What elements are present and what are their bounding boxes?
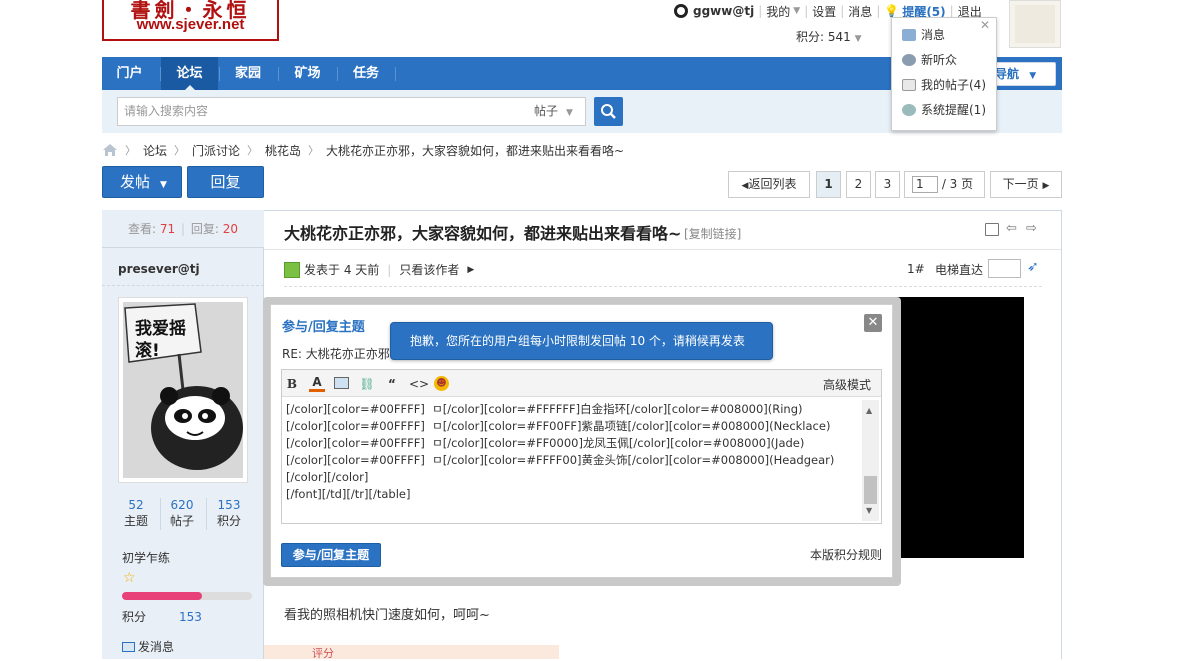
messages-link[interactable]: 消息 bbox=[848, 3, 872, 20]
my-menu[interactable]: 我的 bbox=[766, 3, 790, 20]
font-color-icon[interactable]: A bbox=[309, 376, 325, 392]
chevron-down-icon: ▼ bbox=[793, 6, 801, 16]
notif-my-posts[interactable]: 我的帖子(4) bbox=[902, 76, 986, 93]
author-avatar[interactable]: 我爱摇 滚! bbox=[118, 297, 248, 483]
author-name[interactable]: presever@tj bbox=[118, 262, 200, 276]
close-icon[interactable]: ✕ bbox=[980, 18, 990, 32]
credit-rules-link[interactable]: 本版积分规则 bbox=[810, 546, 882, 563]
post-meta: 发表于 4 天前 | 只看该作者 ▶ bbox=[284, 261, 474, 278]
breadcrumb-forum[interactable]: 论坛 bbox=[143, 142, 167, 159]
advanced-mode-link[interactable]: 高级模式 bbox=[823, 376, 871, 393]
nav-home[interactable]: 家园 bbox=[220, 57, 276, 90]
search-icon bbox=[601, 104, 616, 119]
post-text: 看我的照相机快门速度如何，呵呵~ bbox=[284, 608, 490, 623]
svg-text:我爱摇: 我爱摇 bbox=[135, 318, 186, 339]
guide-button[interactable]: 导航 ▼ bbox=[988, 62, 1056, 86]
copy-link-button[interactable]: [复制链接] bbox=[684, 225, 741, 242]
quote-icon[interactable]: “ bbox=[384, 376, 400, 392]
nav-forum[interactable]: 论坛 bbox=[161, 57, 218, 90]
stat-credits[interactable]: 153 积分 bbox=[209, 498, 249, 529]
search-type-select[interactable]: 帖子 ▼ bbox=[526, 97, 586, 126]
scrollbar[interactable]: ▲ ▼ bbox=[862, 400, 879, 521]
post-time: 发表于 4 天前 bbox=[304, 263, 380, 277]
only-author-link[interactable]: 只看该作者 bbox=[399, 261, 459, 278]
avatar[interactable] bbox=[1009, 0, 1061, 48]
breadcrumb-sect[interactable]: 门派讨论 bbox=[192, 142, 240, 159]
username-link[interactable]: ggww@tj bbox=[693, 4, 754, 18]
nav-portal[interactable]: 门户 bbox=[102, 57, 157, 90]
bulb-icon: 💡 bbox=[884, 4, 900, 18]
search-button[interactable] bbox=[594, 97, 623, 126]
new-post-button[interactable]: 发帖 ▼ bbox=[102, 166, 182, 198]
breadcrumb-thread[interactable]: 大桃花亦正亦邪，大家容貌如何，都进来贴出来看看咯~ bbox=[326, 142, 624, 159]
bold-icon[interactable]: B bbox=[284, 376, 300, 392]
nav-mine[interactable]: 矿场 bbox=[279, 57, 336, 90]
prev-thread-icon[interactable]: ⇦ bbox=[1006, 221, 1017, 236]
print-icon[interactable] bbox=[985, 223, 999, 236]
submit-reply-button[interactable]: 参与/回复主题 bbox=[281, 543, 381, 567]
svg-text:滚!: 滚! bbox=[135, 340, 160, 361]
next-page-button[interactable]: 下一页 ▶ bbox=[990, 171, 1062, 198]
settings-link[interactable]: 设置 bbox=[812, 3, 836, 20]
page-1[interactable]: 1 bbox=[816, 171, 841, 198]
link-icon[interactable]: ⛓ bbox=[359, 376, 375, 392]
floor-jump-input[interactable] bbox=[988, 259, 1021, 278]
page-input[interactable]: 1 bbox=[912, 176, 938, 193]
thread-stats: 查看: 71 | 回复: 20 bbox=[102, 210, 264, 248]
credits-menu[interactable]: 积分: 541 ▼ bbox=[796, 28, 862, 45]
notif-messages[interactable]: 消息 bbox=[902, 26, 945, 43]
floor-number: 1# bbox=[907, 262, 925, 276]
stat-topics[interactable]: 52 主题 bbox=[116, 498, 156, 529]
nav-tasks[interactable]: 任务 bbox=[338, 57, 394, 90]
dialog-title: 参与/回复主题 bbox=[282, 320, 365, 335]
page-3[interactable]: 3 bbox=[875, 171, 900, 198]
page-jump: 1 / 3 页 bbox=[904, 171, 985, 198]
reply-button[interactable]: 回复 bbox=[187, 166, 264, 198]
breadcrumb-board[interactable]: 桃花岛 bbox=[265, 142, 301, 159]
message-textarea[interactable]: [/color][color=#00FFFF] ㅁ[/color][color=… bbox=[286, 401, 858, 503]
breadcrumb: 〉论坛 〉门派讨论 〉桃花岛 〉大桃花亦正亦邪，大家容貌如何，都进来贴出来看看咯… bbox=[102, 141, 624, 159]
side-credits: 积分 153 bbox=[122, 610, 202, 624]
jump-label: 电梯直达 bbox=[935, 263, 984, 277]
star-icon: ☆ bbox=[123, 570, 136, 586]
go-icon[interactable]: ➶ bbox=[1027, 259, 1039, 275]
back-to-list-button[interactable]: ◀返回列表 bbox=[728, 171, 810, 198]
rank-title: 初学乍练 bbox=[122, 551, 171, 565]
gear-icon bbox=[902, 103, 916, 116]
send-message-link[interactable]: 发消息 bbox=[122, 638, 174, 655]
notif-system[interactable]: 系统提醒(1) bbox=[902, 101, 986, 118]
rate-limit-tooltip: 抱歉，您所在的用户组每小时限制发回帖 10 个，请稍候再发表 bbox=[390, 322, 773, 360]
notif-followers[interactable]: 新听众 bbox=[902, 51, 957, 68]
search-input[interactable]: 请输入搜索内容 bbox=[117, 97, 527, 126]
thread-title: 大桃花亦正亦邪，大家容貌如何，都进来贴出来看看咯~ bbox=[284, 224, 682, 243]
stat-posts[interactable]: 620 帖子 bbox=[162, 498, 202, 529]
close-icon[interactable]: ✕ bbox=[864, 314, 882, 332]
rate-bar: 评分 bbox=[264, 645, 559, 660]
qq-icon bbox=[674, 4, 688, 18]
online-icon bbox=[284, 261, 300, 278]
panda-sign-image: 我爱摇 滚! bbox=[123, 302, 243, 478]
reply-subject: RE: 大桃花亦正亦邪 bbox=[282, 347, 390, 361]
mail-icon bbox=[122, 642, 135, 652]
emoji-icon[interactable]: ☻ bbox=[434, 376, 449, 391]
page-2[interactable]: 2 bbox=[846, 171, 871, 198]
user-icon bbox=[902, 53, 916, 66]
home-icon[interactable] bbox=[102, 143, 118, 157]
code-icon[interactable]: <> bbox=[409, 376, 429, 392]
site-logo[interactable]: 書劍・永恒 www.sjever.net bbox=[102, 0, 279, 41]
rank-progress bbox=[122, 592, 252, 600]
next-thread-icon[interactable]: ⇨ bbox=[1026, 221, 1037, 236]
envelope-icon bbox=[902, 28, 916, 41]
image-icon[interactable] bbox=[334, 377, 349, 389]
logo-url: www.sjever.net bbox=[136, 16, 245, 33]
document-icon bbox=[902, 78, 916, 91]
